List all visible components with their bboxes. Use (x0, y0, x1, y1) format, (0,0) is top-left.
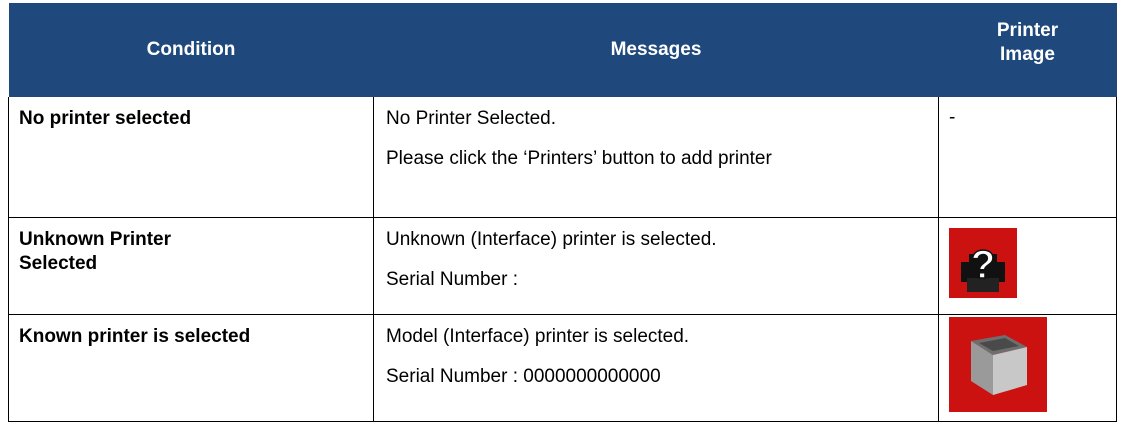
header-printer-image: Printer Image (938, 3, 1117, 97)
header-condition: Condition (8, 3, 374, 97)
message-line: Serial Number : 0000000000000 (386, 366, 661, 387)
messages-cell: No Printer Selected. Please click the ‘P… (373, 97, 939, 218)
known-printer-icon-graphic (949, 317, 1047, 412)
image-cell: - (938, 97, 1117, 218)
message-line: No Printer Selected. (386, 108, 557, 129)
unknown-printer-icon-graphic: ? (949, 228, 1017, 298)
condition-cell: Unknown Printer Selected (8, 217, 374, 315)
condition-cell: Known printer is selected (8, 314, 374, 422)
image-cell: ? (938, 217, 1117, 315)
header-row: Condition Messages Printer Image (8, 3, 1117, 97)
known-printer-icon (949, 317, 1047, 412)
unknown-printer-icon: ? (949, 228, 1017, 298)
image-cell (938, 314, 1117, 422)
no-image-dash: - (949, 107, 956, 128)
table-row: Unknown Printer Selected Unknown (Interf… (8, 217, 1117, 315)
message-line: Unknown (Interface) printer is selected. (386, 229, 717, 250)
messages-cell: Model (Interface) printer is selected. S… (373, 314, 939, 422)
message-line: Model (Interface) printer is selected. (386, 326, 690, 347)
header-printer-image-label: Printer Image (996, 20, 1059, 65)
printer-status-table: Condition Messages Printer Image No prin… (8, 3, 1117, 422)
table-row: Known printer is selected Model (Interfa… (8, 314, 1117, 422)
table-row: No printer selected No Printer Selected.… (8, 97, 1117, 218)
messages-cell: Unknown (Interface) printer is selected.… (373, 217, 939, 315)
header-messages: Messages (373, 3, 939, 97)
message-line: Please click the ‘Printers’ button to ad… (386, 148, 772, 169)
message-line: Serial Number : (386, 269, 518, 290)
condition-cell: No printer selected (8, 97, 374, 218)
svg-text:?: ? (971, 243, 995, 287)
